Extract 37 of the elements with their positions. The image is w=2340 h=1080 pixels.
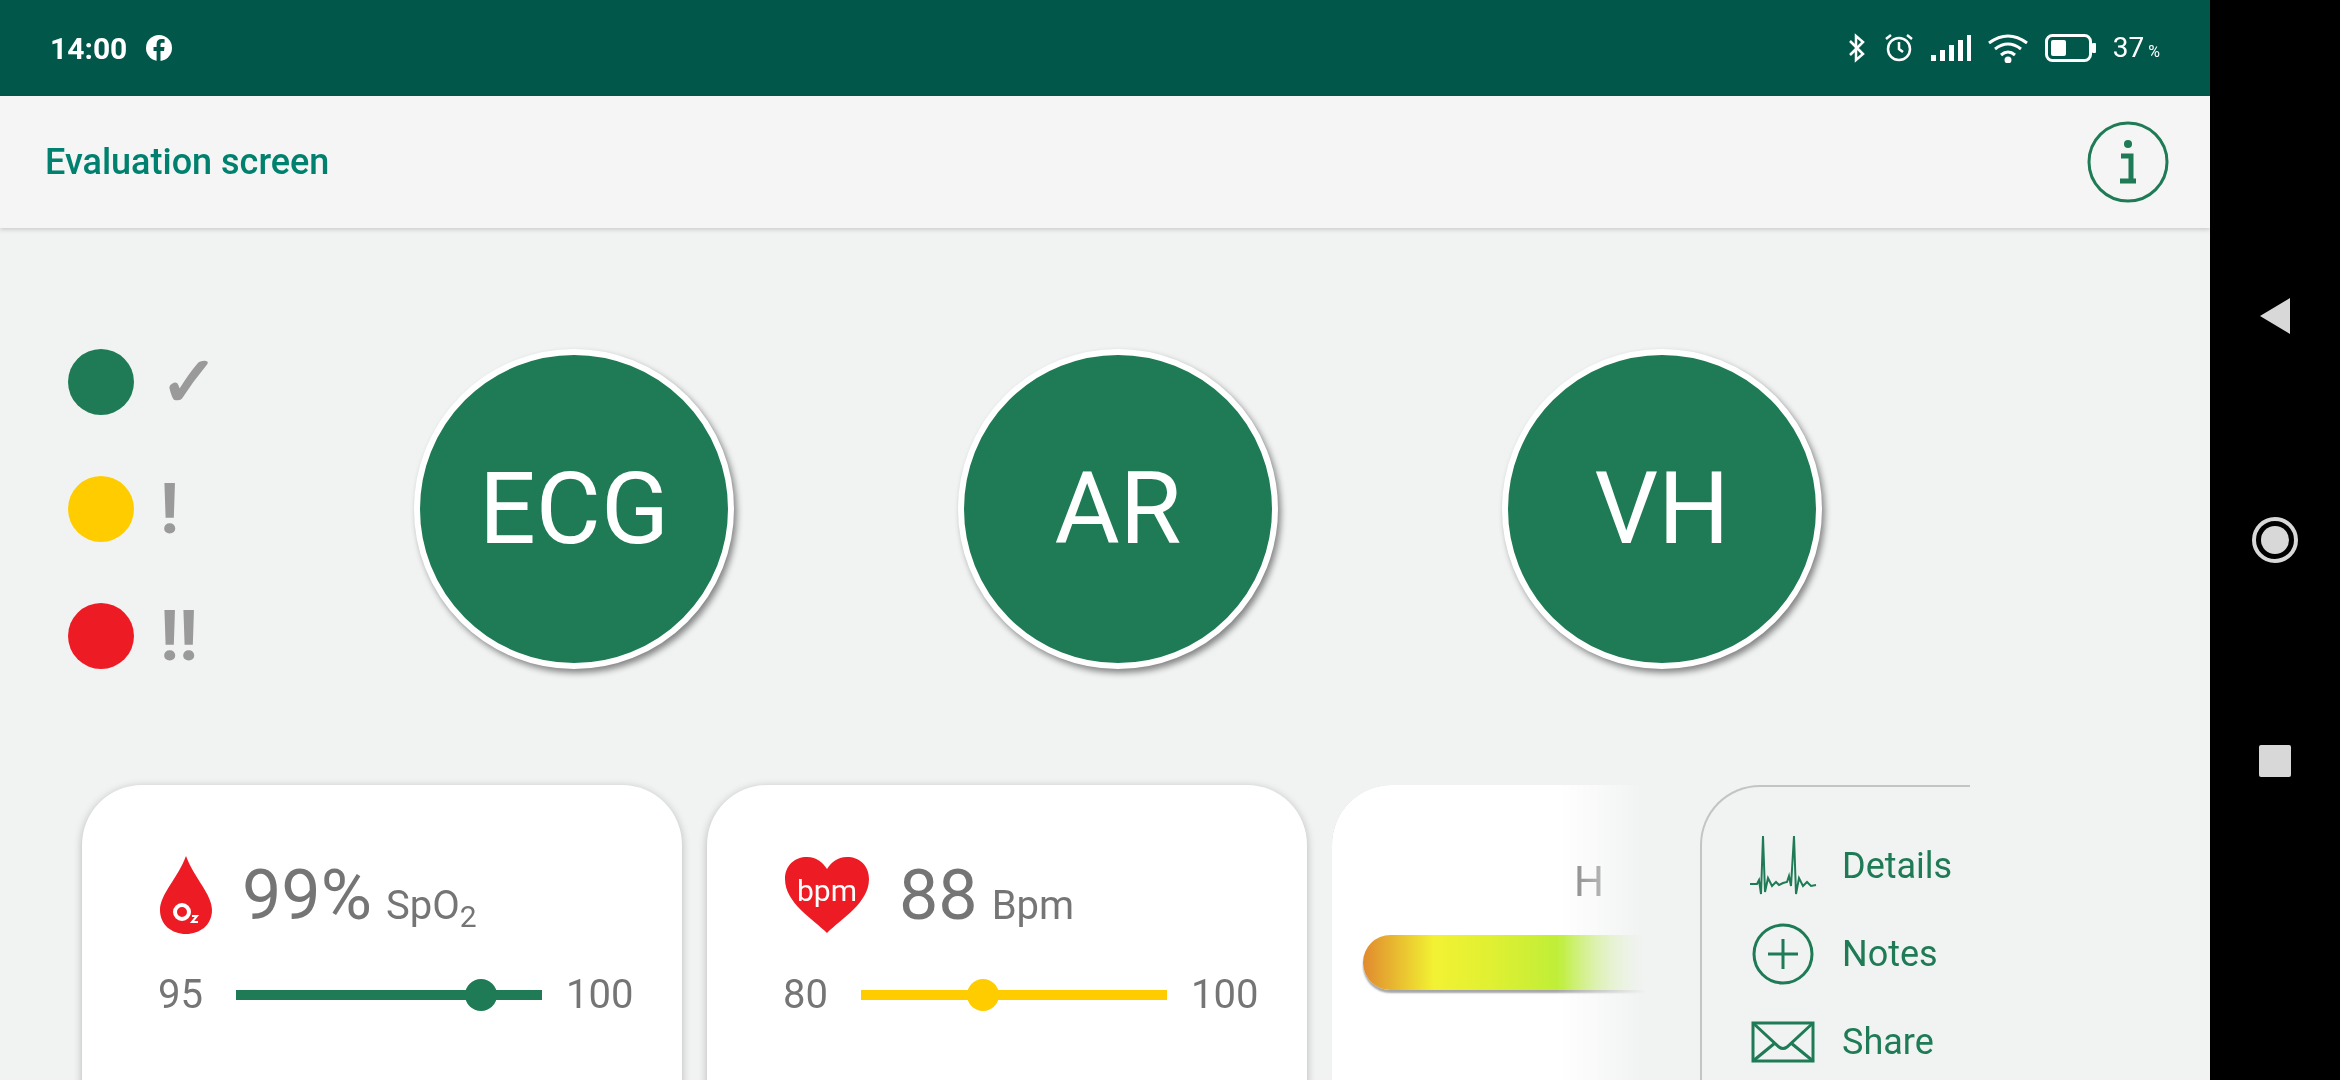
add-icon [1752,923,1814,985]
analysis-circle-button[interactable]: AR [958,349,1278,669]
bluetooth-icon [1846,33,1867,63]
measurement-value: 99% [242,860,372,930]
status-symbol: ! [160,474,179,544]
range-min: 95 [158,975,204,1015]
menu-item[interactable]: Details [1748,831,1970,901]
status-symbol: !! [160,601,198,671]
analysis-circle-button[interactable]: ECG [414,349,734,669]
range-min: 80 [783,975,829,1015]
heart-rate-label: H [1574,861,1604,903]
menu-item[interactable]: Share [1748,1007,1970,1077]
info-icon [2086,120,2170,204]
battery-level: 37 [2112,30,2145,66]
menu-item[interactable]: Notes [1748,919,1970,989]
heart-icon [783,855,871,935]
measurement-value: 88 [899,860,978,930]
info-button[interactable] [2086,120,2170,204]
screen-title: Evaluation screen [45,140,330,185]
status-time: 14:00 [50,29,128,68]
range-max: 100 [1191,975,1259,1015]
battery-icon [2044,34,2097,62]
wifi-icon [1986,33,2029,63]
status-symbol: ✓ [160,347,219,417]
signal-icon [1930,35,1971,61]
recents-icon[interactable] [2258,744,2292,778]
heart-icon-label: bpm [797,871,857,910]
envelope-icon [1751,1021,1815,1063]
range-max: 100 [566,975,634,1015]
facebook-icon [145,34,174,62]
home-icon[interactable] [2251,516,2299,564]
measurement-unit: Bpm [991,886,1075,926]
measurement-unit: SpO$_{2}$ [385,886,477,926]
back-icon[interactable] [2258,296,2292,336]
battery-unit: % [2148,41,2160,63]
oxygen-drop-icon [158,854,214,936]
analysis-circle-button[interactable]: VH [1502,349,1822,669]
